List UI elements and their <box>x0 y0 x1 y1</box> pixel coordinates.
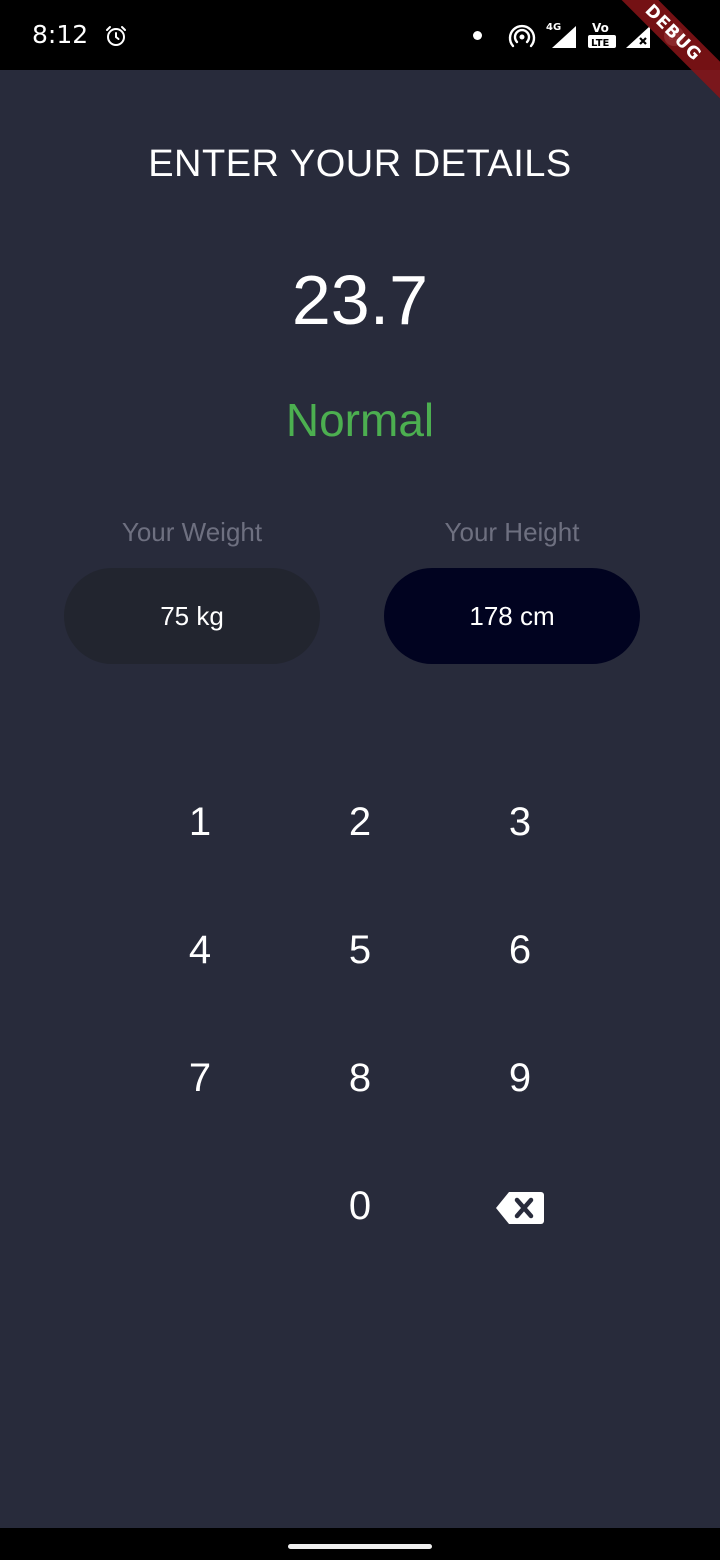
debug-banner: DEBUG <box>603 0 720 103</box>
volte-label-bottom: LTE <box>591 38 610 49</box>
key-2[interactable]: 2 <box>300 772 420 872</box>
home-gesture-handle[interactable] <box>288 1544 432 1549</box>
key-6[interactable]: 6 <box>460 900 580 1000</box>
network-label: 4G <box>546 22 561 33</box>
weight-field[interactable]: 75 kg <box>64 568 320 664</box>
alarm-icon <box>106 26 126 46</box>
key-9[interactable]: 9 <box>460 1028 580 1128</box>
bmi-calculator-screen: 8:12 4G Vo LTE 6 3 DEBUG <box>0 0 720 1560</box>
bmi-category: Normal <box>285 394 435 446</box>
key-7[interactable]: 7 <box>140 1028 260 1128</box>
volte-label-top: Vo <box>592 21 609 35</box>
key-0[interactable]: 0 <box>300 1156 420 1256</box>
bmi-value: 23.7 <box>291 261 429 339</box>
backspace-icon <box>496 1192 544 1224</box>
signal-4g-icon: 4G <box>546 22 576 48</box>
height-label: Your Height <box>444 517 580 547</box>
weight-label: Your Weight <box>121 517 263 547</box>
backspace-button[interactable] <box>460 1158 580 1258</box>
key-3[interactable]: 3 <box>460 772 580 872</box>
hotspot-icon <box>508 24 536 48</box>
volte-icon: Vo LTE <box>588 21 616 49</box>
status-bar: 8:12 4G Vo LTE 63 DEBUG <box>0 0 720 103</box>
key-1[interactable]: 1 <box>140 772 260 872</box>
key-5[interactable]: 5 <box>300 900 420 1000</box>
key-4[interactable]: 4 <box>140 900 260 1000</box>
key-8[interactable]: 8 <box>300 1028 420 1128</box>
page-title: ENTER YOUR DETAILS <box>148 143 572 185</box>
height-field[interactable]: 178 cm <box>384 568 640 664</box>
status-time: 8:12 <box>32 20 89 49</box>
navigation-bar <box>0 1528 720 1560</box>
notification-dot-icon <box>473 31 482 40</box>
